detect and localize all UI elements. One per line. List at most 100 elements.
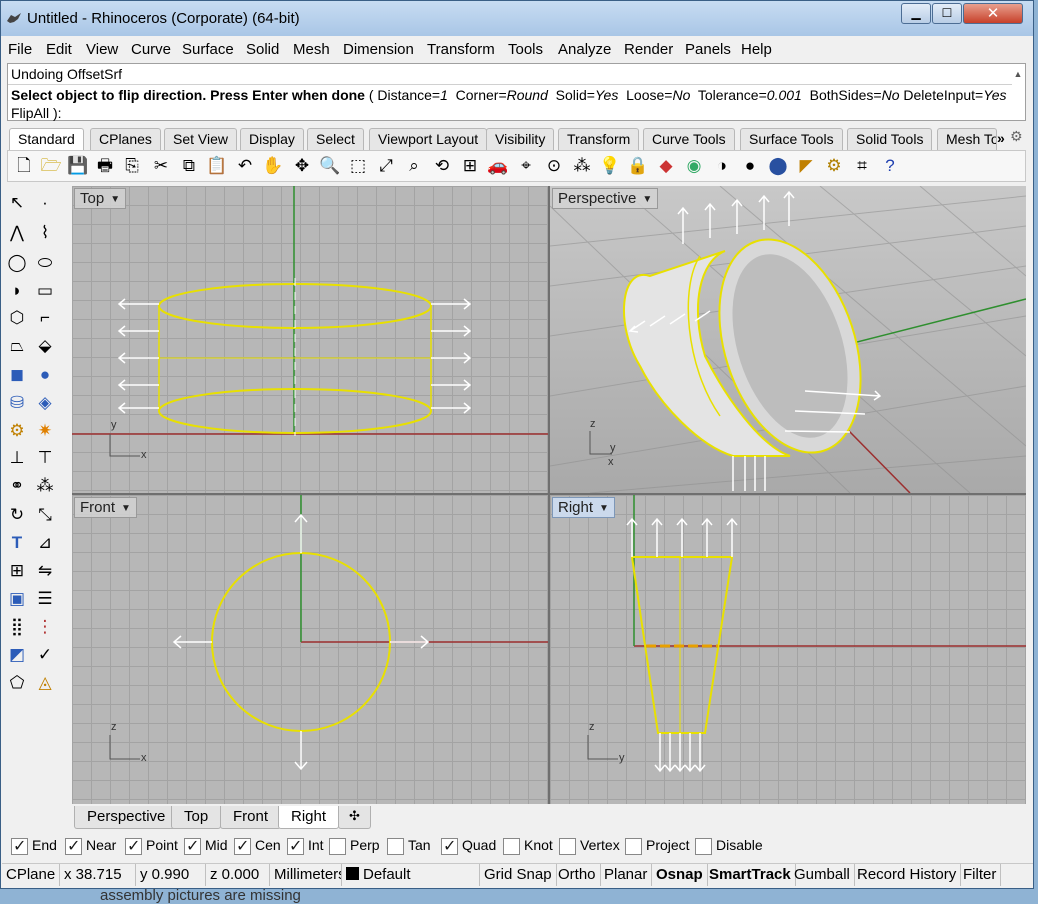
menu-view[interactable]: View — [86, 41, 118, 58]
rotate-view-icon[interactable]: ✥ — [291, 155, 313, 177]
layout-object-icon[interactable]: ⬠ — [5, 671, 29, 695]
status-osnap[interactable]: Osnap — [652, 864, 708, 886]
shaded-sphere-icon[interactable]: ◑ — [711, 155, 733, 177]
set-cplane-icon[interactable]: ⌖ — [515, 155, 537, 177]
viewport-tab-top[interactable]: Top — [171, 806, 222, 829]
import-icon[interactable]: ⎘ — [121, 155, 143, 177]
point-icon[interactable]: · — [33, 191, 57, 215]
viewport-menu-caret-icon[interactable]: ▼ — [121, 503, 131, 514]
viewport-perspective[interactable]: z y x Perspective ▼ — [550, 186, 1026, 493]
check-icon[interactable]: ✓ — [33, 643, 57, 667]
osnap-point-checkbox[interactable] — [125, 836, 142, 856]
tab-overflow-icon[interactable]: » — [997, 130, 1005, 146]
viewport-front[interactable]: z x Front ▼ — [72, 495, 548, 804]
viewport-tab-front[interactable]: Front — [220, 806, 282, 829]
render-icon[interactable]: ⬤ — [767, 155, 789, 177]
ellipse-icon[interactable]: ⬭ — [33, 251, 57, 275]
viewport-tab-right[interactable]: Right — [278, 806, 340, 829]
osnap-tan-checkbox[interactable] — [387, 837, 404, 855]
control-points-icon[interactable]: ⋮ — [33, 615, 57, 639]
viewport-tab-perspective[interactable]: Perspective — [74, 806, 179, 829]
properties-icon[interactable]: ◆ — [655, 155, 677, 177]
osnap-quad-checkbox[interactable] — [441, 836, 458, 856]
fillet-curve-icon[interactable]: ⌐ — [33, 306, 57, 330]
option-deleteinput[interactable]: DeleteInput=Yes — [903, 87, 1006, 103]
rotate-icon[interactable]: ↻ — [5, 503, 29, 527]
menu-panels[interactable]: Panels — [685, 41, 731, 58]
four-viewports-icon[interactable]: ⊞ — [459, 155, 481, 177]
arc-icon[interactable]: ◗ — [5, 279, 29, 303]
osnap-cen-checkbox[interactable] — [234, 836, 251, 856]
gear-icon[interactable]: ⚙ — [1010, 128, 1023, 145]
maximize-button[interactable]: ☐ — [932, 3, 962, 24]
new-icon[interactable]: 🗋 — [13, 155, 35, 177]
snap-point-icon[interactable]: ⊙ — [543, 155, 565, 177]
status-planar[interactable]: Planar — [600, 864, 653, 886]
osnap-near[interactable]: Near — [65, 836, 116, 857]
render-material-icon[interactable]: ◬ — [33, 671, 57, 695]
menu-tools[interactable]: Tools — [508, 41, 543, 58]
sphere-icon[interactable]: ● — [33, 363, 57, 387]
option-distance[interactable]: Distance=1 — [377, 87, 447, 103]
osnap-disable-checkbox[interactable] — [695, 837, 712, 855]
split-icon[interactable]: ⊤ — [33, 446, 57, 470]
rectangle-icon[interactable]: ▭ — [33, 279, 57, 303]
menu-solid[interactable]: Solid — [246, 41, 279, 58]
box-icon[interactable]: ◼ — [5, 363, 29, 387]
osnap-mid[interactable]: Mid — [184, 836, 228, 857]
osnap-vertex-checkbox[interactable] — [559, 837, 576, 855]
extrude-surface-icon[interactable]: ⬙ — [33, 334, 57, 358]
menu-file[interactable]: File — [8, 41, 32, 58]
option-tolerance[interactable]: Tolerance=0.001 — [698, 87, 802, 103]
undo-view-icon[interactable]: ⟲ — [431, 155, 453, 177]
status-cplane[interactable]: CPlane — [2, 864, 60, 886]
osnap-project[interactable]: Project — [625, 837, 690, 857]
tab-standard[interactable]: Standard — [9, 128, 84, 150]
tab-transform[interactable]: Transform — [558, 128, 640, 150]
viewport-right[interactable]: z y Right ▼ — [550, 495, 1026, 804]
print-icon[interactable]: 🖶 — [94, 155, 116, 177]
menu-transform[interactable]: Transform — [427, 41, 495, 58]
osnap-mid-checkbox[interactable] — [184, 836, 201, 856]
help-icon[interactable]: ? — [879, 155, 901, 177]
viewport-label-perspective[interactable]: Perspective ▼ — [552, 188, 659, 209]
text-icon[interactable]: T — [5, 531, 29, 555]
circle-icon[interactable]: ◯ — [5, 251, 29, 275]
menu-render[interactable]: Render — [624, 41, 673, 58]
select-arrow-icon[interactable]: ↖ — [5, 191, 29, 215]
surface-corner-icon[interactable]: ⏢ — [5, 334, 29, 358]
status-ortho[interactable]: Ortho — [554, 864, 601, 886]
option-bothsides[interactable]: BothSides=No — [810, 87, 900, 103]
paste-icon[interactable]: 📋 — [206, 155, 228, 177]
gears-icon[interactable]: ⚙ — [5, 419, 29, 443]
option-corner[interactable]: Corner=Round — [456, 87, 548, 103]
pan-icon[interactable]: ✋ — [262, 155, 284, 177]
color-wheel-icon[interactable]: ◉ — [683, 155, 705, 177]
dimension-icon[interactable]: ⊿ — [33, 531, 57, 555]
settings-gear-icon[interactable]: ⚙ — [823, 155, 845, 177]
menu-analyze[interactable]: Analyze — [558, 41, 611, 58]
tab-select[interactable]: Select — [307, 128, 364, 150]
viewport-label-front[interactable]: Front ▼ — [74, 497, 137, 518]
zoom-icon[interactable]: 🔍 — [319, 155, 341, 177]
tab-mesh-tools[interactable]: Mesh To — [937, 128, 997, 150]
add-viewport-tab-icon[interactable]: ✣ — [338, 806, 371, 829]
group-icon[interactable]: ⁂ — [33, 474, 57, 498]
title-bar[interactable]: Untitled - Rhinoceros (Corporate) (64-bi… — [1, 1, 1033, 36]
tab-set-view[interactable]: Set View — [164, 128, 237, 150]
open-icon[interactable]: 🗁 — [40, 155, 62, 177]
mesh-plane-icon[interactable]: ◈ — [33, 391, 57, 415]
car-icon[interactable]: 🚗 — [487, 155, 509, 177]
osnap-vertex[interactable]: Vertex — [559, 837, 620, 857]
status-units[interactable]: Millimeters — [270, 864, 342, 886]
grid-array-icon[interactable]: ⣿ — [5, 615, 29, 639]
option-solid[interactable]: Solid=Yes — [556, 87, 619, 103]
lock-icon[interactable]: 🔒 — [627, 155, 649, 177]
close-button[interactable]: ✕ — [963, 3, 1023, 24]
contour-icon[interactable]: ☰ — [33, 587, 57, 611]
mirror-icon[interactable]: ⇋ — [33, 559, 57, 583]
status-gumball[interactable]: Gumball — [790, 864, 855, 886]
box-edit-icon[interactable]: ▣ — [5, 587, 29, 611]
command-area[interactable]: Undoing OffsetSrf ▲ Select object to fli… — [7, 63, 1026, 121]
menu-curve[interactable]: Curve — [131, 41, 171, 58]
